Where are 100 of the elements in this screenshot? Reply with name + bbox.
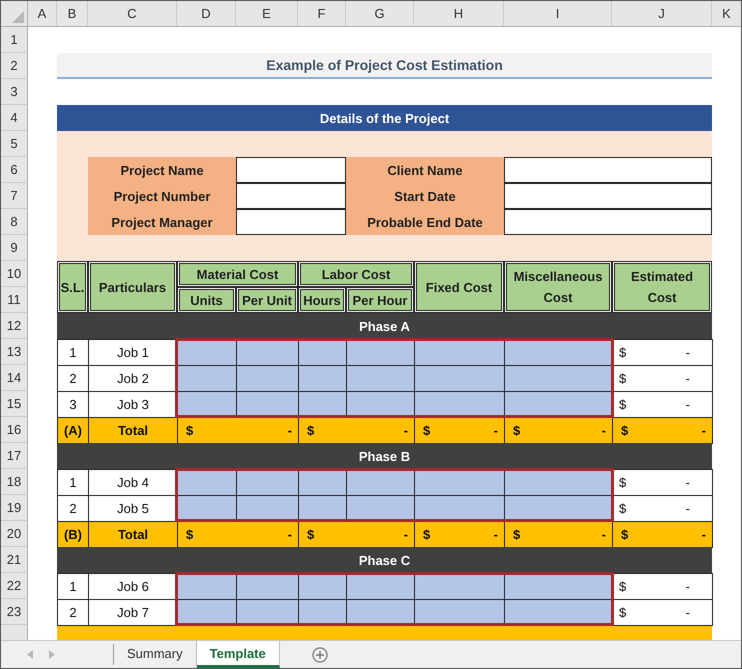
amount-value: - [602,527,606,542]
row-header[interactable]: 12 [1,313,28,339]
column-heading: Fixed Cost [414,261,504,313]
amount-value: - [686,579,690,594]
row-header[interactable]: 4 [1,105,28,131]
input-cell[interactable] [177,365,237,392]
total-label: Total [88,417,178,444]
column-header[interactable]: E [236,1,298,27]
amount-value: - [686,501,690,516]
column-header[interactable]: H [414,1,504,27]
row-header[interactable]: 23 [1,599,28,625]
row-header[interactable]: 10 [1,261,28,287]
sheet-title: Example of Project Cost Estimation [57,53,712,79]
row-header[interactable]: 9 [1,235,28,261]
total-label: Total [88,521,178,548]
phase-header: Phase A [57,313,712,339]
row-header[interactable]: 11 [1,287,28,313]
row-header[interactable]: 15 [1,391,28,417]
sheet-tab[interactable]: Template [196,641,280,668]
row-header[interactable]: 14 [1,365,28,391]
column-heading: Miscellaneous Cost [504,261,612,313]
currency-sign: $ [619,371,626,386]
row-header[interactable]: 16 [1,417,28,443]
column-header[interactable]: K [712,1,741,27]
amount-value: - [288,423,292,438]
field-label: Probable End Date [346,209,504,235]
row-header[interactable]: 6 [1,157,28,183]
total-code: (B) [57,521,89,548]
column-heading: Per Unit [236,287,298,313]
column-header[interactable]: C [88,1,177,27]
currency-sign: $ [307,527,314,542]
input-cell[interactable] [236,365,299,392]
amount-value: - [494,423,498,438]
amount-value: - [686,345,690,360]
column-heading: Particulars [88,261,177,313]
input-field[interactable] [236,183,346,209]
currency-sign: $ [423,527,430,542]
currency-sign: $ [619,501,626,516]
row-header[interactable]: 18 [1,469,28,495]
input-cell[interactable] [414,365,505,392]
field-label: Client Name [346,157,504,183]
column-header[interactable]: B [57,1,88,27]
row-header[interactable]: 1 [1,27,28,53]
row-header[interactable]: 19 [1,495,28,521]
field-label: Project Manager [88,209,236,235]
column-heading: Units [177,287,236,313]
input-field[interactable] [236,157,346,183]
currency-sign: $ [621,527,628,542]
amount-value: - [494,527,498,542]
input-field[interactable] [504,209,712,235]
phase-header: Phase C [57,547,712,573]
currency-sign: $ [513,423,520,438]
row-header[interactable]: 21 [1,547,28,573]
row-header[interactable]: 22 [1,573,28,599]
column-header[interactable]: J [612,1,712,27]
currency-sign: $ [619,605,626,620]
amount-value: - [288,527,292,542]
phase-header: Phase B [57,443,712,469]
row-header[interactable]: 17 [1,443,28,469]
table-cell: 1 [57,339,89,366]
currency-sign: $ [621,423,628,438]
currency-sign: $ [619,579,626,594]
currency-sign: $ [513,527,520,542]
row-header[interactable]: 3 [1,79,28,105]
currency-sign: $ [619,475,626,490]
currency-sign: $ [619,397,626,412]
currency-sign: $ [423,423,430,438]
column-header[interactable]: D [177,1,236,27]
row-header[interactable]: 13 [1,339,28,365]
amount-value: - [686,371,690,386]
input-cell[interactable] [346,365,415,392]
input-cell[interactable] [504,365,613,392]
input-field[interactable] [504,157,712,183]
column-heading: Labor Cost [298,261,414,287]
column-header[interactable]: I [504,1,612,27]
row-header[interactable]: 7 [1,183,28,209]
input-cell[interactable] [298,365,347,392]
currency-sign: $ [619,345,626,360]
section-header: Details of the Project [57,105,712,131]
column-header[interactable]: F [298,1,346,27]
column-heading: Estimated Cost [612,261,712,313]
amount-value: - [702,423,706,438]
amount-value: - [686,475,690,490]
column-heading: Hours [298,287,346,313]
row-header[interactable]: 20 [1,521,28,547]
column-heading: Per Hour [346,287,414,313]
currency-sign: $ [186,527,194,542]
amount-value: - [404,527,408,542]
column-heading: Material Cost [177,261,298,287]
row-header[interactable]: 2 [1,53,28,79]
table-cell: 1 [57,469,89,496]
input-field[interactable] [236,209,346,235]
column-header[interactable]: A [28,1,57,27]
column-header[interactable]: G [346,1,414,27]
row-header[interactable]: 8 [1,209,28,235]
amount-value: - [602,423,606,438]
amount-value: - [404,423,408,438]
row-header[interactable]: 5 [1,131,28,157]
add-sheet-icon[interactable] [312,646,328,663]
input-field[interactable] [504,183,712,209]
